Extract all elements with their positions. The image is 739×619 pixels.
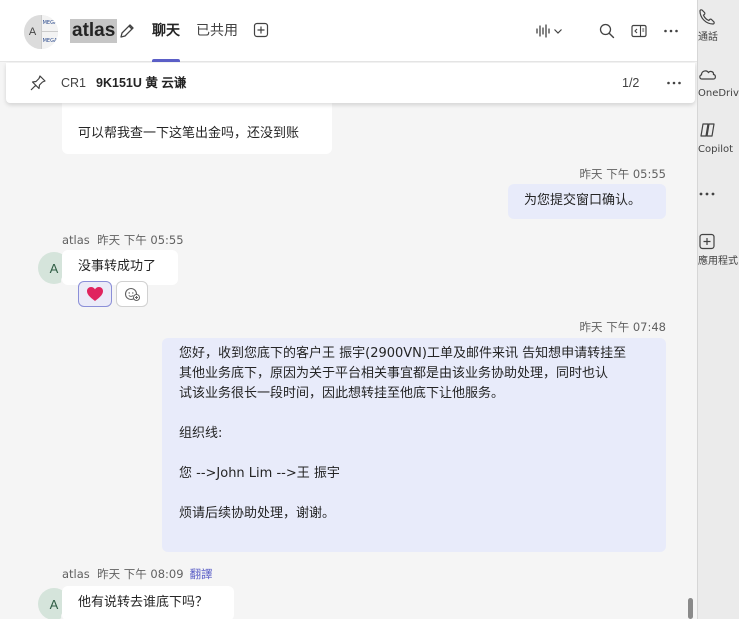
group-avatar-tile: MEGA	[41, 15, 58, 32]
pinned-more-button[interactable]	[663, 72, 685, 94]
message-text: 他有说转去谁底下吗？	[78, 595, 209, 610]
more-horizontal-icon	[699, 192, 715, 196]
app-rail: 通話 OneDrive Copilot 應用程式	[697, 0, 739, 619]
pinned-prefix: CR1	[61, 76, 87, 90]
heart-icon	[87, 287, 103, 301]
message-line	[179, 404, 656, 424]
add-reaction-button[interactable]	[116, 281, 148, 307]
message-text: 可以帮我查一下这笔出金吗，还没到账	[78, 126, 300, 141]
edit-name-button[interactable]	[116, 20, 138, 42]
message-bubble-incoming[interactable]: 没事转成功了	[62, 250, 178, 285]
pinned-text: CR1 9K151U 黄 云谦	[61, 74, 186, 92]
rail-label: OneDrive	[698, 88, 739, 99]
rail-label: 通話	[698, 32, 718, 43]
search-icon	[599, 23, 615, 39]
message-bubble-incoming[interactable]: 他有说转去谁底下吗？	[62, 586, 234, 619]
message-line: 组织线:	[179, 426, 223, 441]
message-timestamp: 昨天 下午 05:55	[97, 233, 184, 247]
pencil-icon	[120, 24, 134, 38]
pin-icon	[28, 73, 48, 93]
cloud-icon	[699, 70, 716, 80]
sender-name: atlas	[62, 567, 90, 581]
audio-wave-icon	[536, 24, 550, 38]
message-line: 您 -->John Lim -->王 振宇	[179, 466, 340, 481]
message-text: 没事转成功了	[78, 259, 157, 274]
heart-reaction[interactable]	[78, 281, 112, 307]
add-tab-button[interactable]	[252, 21, 270, 39]
search-button[interactable]	[596, 20, 618, 42]
phone-icon	[699, 9, 715, 25]
pinned-message-bar[interactable]: CR1 9K151U 黄 云谦 1/2	[6, 63, 695, 103]
copilot-icon	[700, 123, 715, 137]
message-line: 其他业务底下，原因为关于平台相关事宜都是由该业务协助处理，同时也认	[179, 366, 609, 381]
message-line	[179, 484, 656, 504]
message-bubble-outgoing[interactable]: 您好，收到您底下的客户王 振宇(2900VN)工单及邮件来讯 告知想申请转挂至 …	[162, 338, 666, 552]
group-avatar[interactable]: A MEGA MEGA	[24, 15, 58, 49]
avatar-letter: A	[49, 260, 59, 276]
message-header: atlas 昨天 下午 05:55	[62, 232, 184, 248]
message-timestamp: 昨天 下午 07:48	[579, 320, 666, 334]
message-bubble-outgoing[interactable]: 为您提交窗口确认。	[508, 184, 666, 219]
tab-shared[interactable]: 已共用	[196, 21, 238, 41]
pinned-count: 1/2	[622, 76, 640, 90]
rail-label: Copilot	[698, 144, 734, 155]
message-bubble-incoming[interactable]: 可以帮我查一下这笔出金吗，还没到账	[62, 96, 332, 154]
chat-title[interactable]: atlas	[70, 19, 118, 43]
message-timestamp: 昨天 下午 08:09	[97, 567, 184, 581]
more-options-button[interactable]	[660, 20, 682, 42]
message-header: atlas 昨天 下午 08:09 翻譯	[62, 566, 213, 582]
scrollbar-thumb[interactable]	[688, 598, 693, 619]
group-avatar-letter: A	[24, 15, 41, 49]
message-text: 为您提交窗口确认。	[524, 193, 642, 208]
chat-header: A MEGA MEGA atlas 聊天 已共用	[0, 0, 697, 62]
add-emoji-icon	[124, 287, 140, 301]
sender-name: atlas	[62, 233, 90, 247]
rail-label: 應用程式	[698, 256, 738, 267]
active-tab-indicator	[152, 59, 180, 62]
chevron-down-icon	[554, 29, 562, 34]
message-line: 您好，收到您底下的客户王 振宇(2900VN)工单及邮件来讯 告知想申请转挂至	[179, 346, 627, 361]
message-line: 试该业务很长一段时间，因此想转挂至他底下让他服务。	[179, 386, 505, 401]
message-line	[179, 444, 656, 464]
translate-link[interactable]: 翻譯	[190, 567, 213, 581]
group-avatar-tile: MEGA	[41, 32, 58, 49]
call-dropdown-button[interactable]	[530, 20, 568, 42]
tab-chat[interactable]: 聊天	[152, 21, 180, 41]
more-horizontal-icon	[664, 29, 678, 33]
add-app-icon	[699, 233, 715, 250]
pinned-content: 9K151U 黄 云谦	[96, 76, 187, 90]
message-line: 烦请后续协助处理，谢谢。	[179, 506, 336, 521]
more-horizontal-icon	[667, 81, 681, 85]
plus-square-icon	[253, 22, 269, 38]
side-panel-icon	[631, 24, 647, 38]
chat-panel: A MEGA MEGA atlas 聊天 已共用 CR1 9K151U 黄 云谦…	[0, 0, 697, 619]
open-side-panel-button[interactable]	[628, 20, 650, 42]
message-timestamp: 昨天 下午 05:55	[579, 167, 666, 181]
avatar-letter: A	[49, 596, 59, 612]
